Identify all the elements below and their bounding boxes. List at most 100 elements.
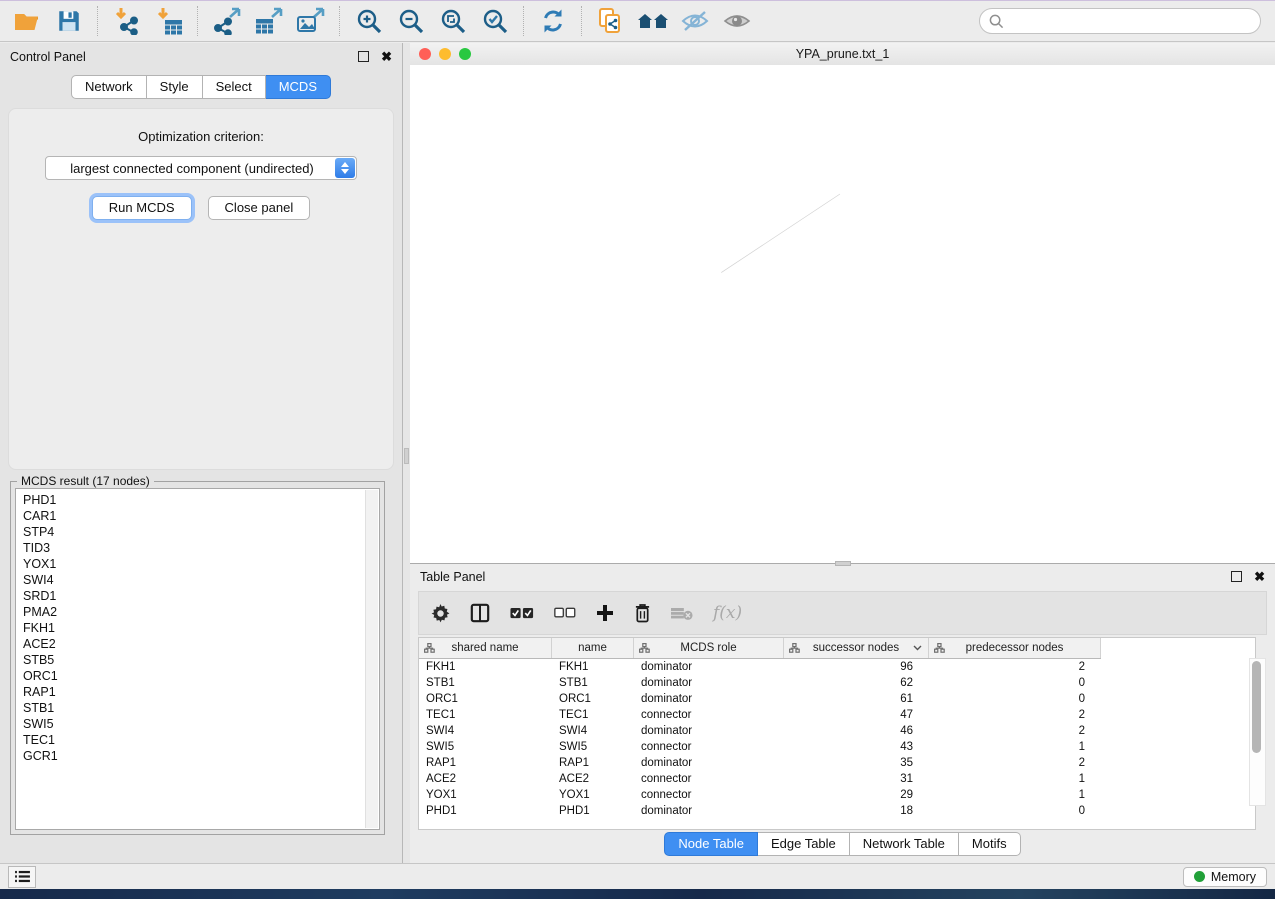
table-cell: connector: [634, 771, 784, 787]
zoom-fit-button[interactable]: [435, 5, 471, 37]
mcds-result-title: MCDS result (17 nodes): [17, 474, 154, 488]
tab-network-table[interactable]: Network Table: [850, 832, 959, 856]
table-row[interactable]: ORC1ORC1dominator610: [419, 691, 1255, 707]
node-table: shared namenameMCDS rolesuccessor nodesp…: [418, 637, 1256, 830]
import-table-button[interactable]: [151, 5, 187, 37]
mcds-result-item[interactable]: STB5: [23, 652, 379, 668]
table-row[interactable]: RAP1RAP1dominator352: [419, 755, 1255, 771]
plus-icon: [596, 604, 614, 622]
mcds-result-item[interactable]: GCR1: [23, 748, 379, 764]
column-header-name[interactable]: name: [552, 638, 634, 658]
select-all-rows-button[interactable]: [510, 607, 534, 620]
mcds-result-item[interactable]: SRD1: [23, 588, 379, 604]
criterion-select[interactable]: largest connected component (undirected): [45, 156, 357, 180]
tab-mcds[interactable]: MCDS: [266, 75, 331, 99]
table-scrollbar[interactable]: [1249, 658, 1266, 806]
clone-network-button[interactable]: [593, 5, 629, 37]
delete-column-button[interactable]: [634, 603, 651, 623]
mcds-result-item[interactable]: PHD1: [23, 492, 379, 508]
memory-button[interactable]: Memory: [1183, 867, 1267, 887]
delete-table-button-disabled[interactable]: [671, 606, 693, 621]
open-session-button[interactable]: [9, 5, 45, 37]
zoom-fit-icon: [439, 7, 467, 35]
deselect-all-rows-button[interactable]: [554, 607, 576, 619]
mcds-result-item[interactable]: ACE2: [23, 636, 379, 652]
table-row[interactable]: SWI4SWI4dominator462: [419, 723, 1255, 739]
mcds-result-item[interactable]: TEC1: [23, 732, 379, 748]
tab-motifs[interactable]: Motifs: [959, 832, 1021, 856]
table-row[interactable]: TEC1TEC1connector472: [419, 707, 1255, 723]
table-cell: SWI4: [419, 723, 552, 739]
mcds-result-item[interactable]: YOX1: [23, 556, 379, 572]
mcds-result-item[interactable]: PMA2: [23, 604, 379, 620]
column-header-MCDS-role[interactable]: MCDS role: [634, 638, 784, 658]
export-image-button[interactable]: [293, 5, 329, 37]
table-row[interactable]: ACE2ACE2connector311: [419, 771, 1255, 787]
first-neighbors-button[interactable]: [635, 5, 671, 37]
status-bar: Memory: [0, 863, 1275, 889]
table-cell: 61: [784, 691, 929, 707]
close-panel-button[interactable]: Close panel: [208, 196, 311, 220]
hide-selected-button[interactable]: [677, 5, 713, 37]
table-row[interactable]: FKH1FKH1dominator962: [419, 659, 1255, 675]
network-graph[interactable]: [410, 65, 1275, 563]
zoom-selected-icon: [481, 7, 509, 35]
close-panel-icon[interactable]: ✖: [381, 50, 392, 63]
horizontal-splitter-grip[interactable]: [835, 561, 851, 566]
gear-icon: [431, 604, 450, 623]
show-all-button[interactable]: [719, 5, 755, 37]
run-mcds-button[interactable]: Run MCDS: [92, 196, 192, 220]
mcds-result-item[interactable]: RAP1: [23, 684, 379, 700]
mcds-result-item[interactable]: STP4: [23, 524, 379, 540]
column-header-predecessor-nodes[interactable]: predecessor nodes: [929, 638, 1101, 658]
clone-network-icon: [597, 7, 625, 35]
mcds-result-item[interactable]: ORC1: [23, 668, 379, 684]
table-row[interactable]: PHD1PHD1dominator180: [419, 803, 1255, 819]
mcds-list-scrollbar[interactable]: [365, 490, 378, 828]
float-panel-icon[interactable]: [358, 51, 369, 62]
mcds-result-item[interactable]: CAR1: [23, 508, 379, 524]
table-row[interactable]: YOX1YOX1connector291: [419, 787, 1255, 803]
open-folder-icon: [13, 8, 41, 34]
tab-node-table[interactable]: Node Table: [664, 832, 758, 856]
table-row[interactable]: SWI5SWI5connector431: [419, 739, 1255, 755]
splitter-grip[interactable]: [404, 448, 409, 464]
function-builder-button-disabled[interactable]: f(x): [713, 603, 742, 623]
mcds-result-item[interactable]: STB1: [23, 700, 379, 716]
vertical-splitter[interactable]: [403, 43, 410, 863]
tab-select[interactable]: Select: [203, 75, 266, 99]
mcds-result-item[interactable]: SWI5: [23, 716, 379, 732]
tab-style[interactable]: Style: [147, 75, 203, 99]
show-panels-button[interactable]: [8, 866, 36, 888]
control-panel: Control Panel ✖ NetworkStyleSelectMCDS O…: [0, 43, 403, 863]
column-header-successor-nodes[interactable]: successor nodes: [784, 638, 929, 658]
network-view-canvas[interactable]: [410, 65, 1275, 563]
tab-network[interactable]: Network: [71, 75, 147, 99]
export-table-button[interactable]: [251, 5, 287, 37]
create-column-button[interactable]: [596, 604, 614, 622]
zoom-in-button[interactable]: [351, 5, 387, 37]
mcds-result-item[interactable]: SWI4: [23, 572, 379, 588]
mcds-result-item[interactable]: TID3: [23, 540, 379, 556]
show-columns-button[interactable]: [470, 603, 490, 623]
zoom-selected-button[interactable]: [477, 5, 513, 37]
table-settings-button[interactable]: [431, 604, 450, 623]
float-table-panel-icon[interactable]: [1231, 571, 1242, 582]
save-session-button[interactable]: [51, 5, 87, 37]
zoom-out-button[interactable]: [393, 5, 429, 37]
table-scrollbar-thumb[interactable]: [1252, 661, 1261, 753]
table-row[interactable]: STB1STB1dominator620: [419, 675, 1255, 691]
close-table-panel-icon[interactable]: ✖: [1254, 570, 1265, 583]
search-field[interactable]: [1004, 10, 1260, 32]
tab-edge-table[interactable]: Edge Table: [758, 832, 850, 856]
column-header-shared-name[interactable]: shared name: [419, 638, 552, 658]
checked-boxes-icon: [510, 607, 534, 620]
network-title-bar[interactable]: YPA_prune.txt_1: [410, 43, 1275, 66]
refresh-button[interactable]: [535, 5, 571, 37]
export-network-button[interactable]: [209, 5, 245, 37]
mcds-result-item[interactable]: FKH1: [23, 620, 379, 636]
search-input[interactable]: [979, 8, 1261, 34]
network-window: YPA_prune.txt_1: [410, 43, 1275, 563]
table-cell: SWI4: [552, 723, 634, 739]
import-network-button[interactable]: [109, 5, 145, 37]
